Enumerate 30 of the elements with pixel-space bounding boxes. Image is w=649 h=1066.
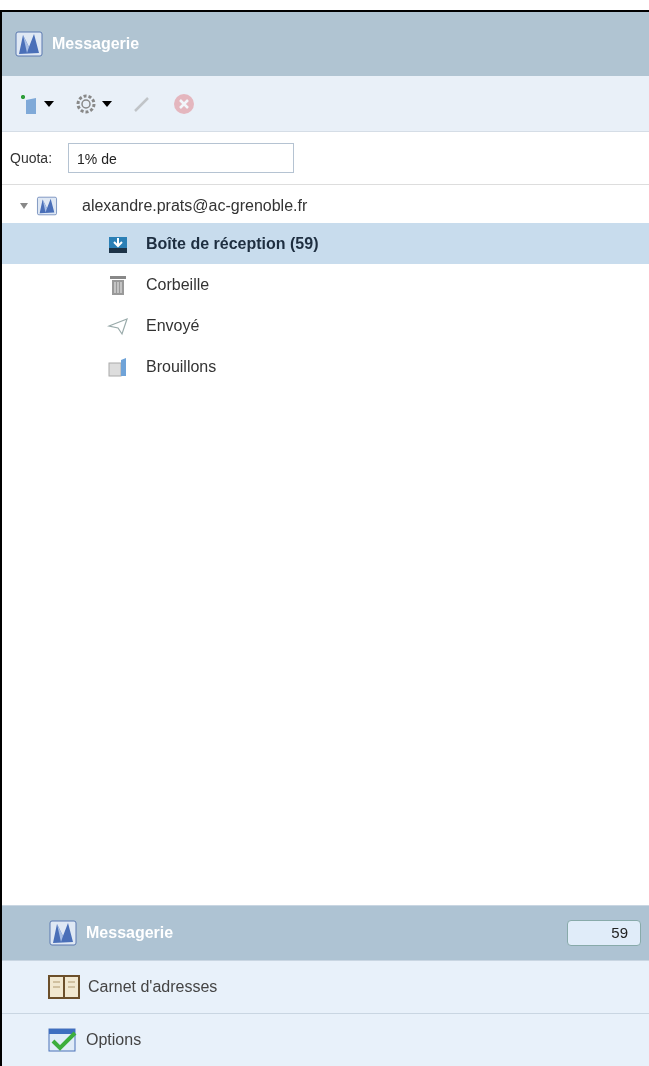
- app-icon: [14, 29, 44, 59]
- nav-label: Messagerie: [86, 923, 174, 943]
- folder-item[interactable]: Boîte de réception (59): [2, 223, 649, 264]
- folder-label: Brouillons: [146, 356, 217, 377]
- drafts-icon: [107, 355, 129, 378]
- unread-count: 59: [567, 920, 641, 946]
- expand-triangle-icon[interactable]: [20, 202, 28, 210]
- folder-label: Boîte de réception (59): [146, 233, 319, 254]
- delete-icon: [172, 91, 196, 116]
- quota-label: Quota:: [10, 148, 53, 168]
- folder-item[interactable]: Corbeille: [2, 264, 649, 305]
- folder-label: Envoyé: [146, 315, 200, 336]
- nav-label: Carnet d'adresses: [88, 977, 218, 997]
- nav-label: Options: [86, 1030, 142, 1050]
- nav-item[interactable]: Carnet d'adresses: [2, 960, 649, 1013]
- nav-item[interactable]: Options: [2, 1013, 649, 1066]
- account-icon: [36, 195, 58, 217]
- caret-icon: [102, 100, 112, 107]
- folder-label: Corbeille: [146, 274, 210, 295]
- caret-icon: [44, 100, 54, 107]
- panel-title: Messagerie: [52, 34, 140, 54]
- address-book-icon: [48, 974, 80, 1000]
- folder-item[interactable]: Envoyé: [2, 305, 649, 346]
- app-icon: [48, 918, 78, 948]
- checkmark-icon: [48, 1027, 78, 1053]
- nav-item[interactable]: Messagerie 59: [2, 905, 649, 960]
- paper-plane-icon: [107, 315, 129, 336]
- folder-item[interactable]: Brouillons: [2, 346, 649, 387]
- account-name[interactable]: alexandre.prats@ac-grenoble.fr: [82, 194, 308, 218]
- quota-field: 1% de: [68, 143, 295, 173]
